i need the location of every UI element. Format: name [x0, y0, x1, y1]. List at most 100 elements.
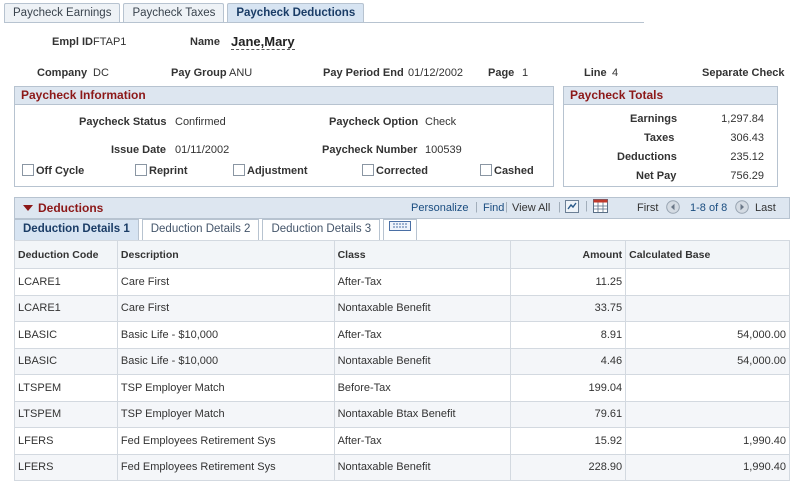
reprint-label: Reprint [149, 165, 188, 177]
personalize-link[interactable]: Personalize [411, 202, 468, 214]
description-cell: Basic Life - $10,000 [116, 321, 335, 349]
first-label[interactable]: First [637, 202, 658, 214]
tab-paycheck-earnings[interactable]: Paycheck Earnings [4, 3, 121, 23]
company-label: Company [37, 67, 88, 79]
column-header-calculated-base[interactable]: Calculated Base [625, 240, 790, 269]
paycheck-information-title: Paycheck Information [15, 87, 553, 105]
table-row: LCARE1 Care First Nontaxable Benefit 33.… [14, 294, 790, 322]
deduction-code-cell: LFERS [14, 427, 118, 455]
amount-cell: 199.04 [510, 374, 627, 402]
next-row-icon[interactable] [735, 200, 749, 217]
column-header-class[interactable]: Class [333, 240, 512, 269]
deductions-collapse-toggle[interactable]: Deductions [23, 201, 103, 215]
table-row: LBASIC Basic Life - $10,000 After-Tax 8.… [14, 321, 790, 349]
calculated-base-cell [625, 400, 790, 428]
paycheck-totals-title: Paycheck Totals [564, 87, 777, 105]
earnings-label: Earnings [630, 113, 678, 125]
last-label[interactable]: Last [755, 202, 776, 214]
separator: | [505, 201, 508, 213]
download-icon[interactable] [565, 200, 579, 213]
table-header-row: Deduction Code Description Class Amount … [14, 240, 790, 269]
deductions-title: Deductions [38, 201, 104, 215]
taxes-value: 306.43 [730, 132, 764, 144]
earnings-value: 1,297.84 [721, 113, 764, 125]
deduction-code-cell: LTSPEM [14, 400, 118, 428]
amount-cell: 228.90 [510, 453, 627, 481]
amount-cell: 11.25 [510, 268, 627, 296]
paycheck-number-value: 100539 [425, 144, 462, 156]
show-all-columns-tab[interactable] [383, 219, 418, 240]
description-cell: Fed Employees Retirement Sys [116, 453, 335, 481]
taxes-label: Taxes [644, 132, 675, 144]
calculated-base-cell: 1,990.40 [625, 427, 790, 455]
tabs-divider [4, 22, 644, 23]
issue-date-label: Issue Date [111, 144, 167, 156]
corrected-label: Corrected [376, 165, 428, 177]
page-value: 1 [522, 67, 529, 79]
table-row: LCARE1 Care First After-Tax 11.25 [14, 268, 790, 296]
amount-cell: 79.61 [510, 400, 627, 428]
issue-date-value: 01/11/2002 [175, 144, 230, 156]
find-link[interactable]: Find [483, 202, 504, 214]
tab-deduction-details-2[interactable]: Deduction Details 2 [141, 219, 260, 240]
reprint-checkbox[interactable]: Reprint [135, 164, 188, 177]
column-header-description[interactable]: Description [116, 240, 335, 269]
tab-deduction-details-3[interactable]: Deduction Details 3 [262, 219, 381, 240]
deduction-code-cell: LCARE1 [14, 294, 118, 322]
row-range: 1-8 of 8 [690, 202, 728, 214]
company-value: DC [93, 67, 109, 79]
paycheck-status-value: Confirmed [175, 116, 226, 128]
line-label: Line [584, 67, 607, 79]
previous-row-icon[interactable] [666, 200, 680, 217]
calculated-base-cell: 1,990.40 [625, 453, 790, 481]
cashed-label: Cashed [494, 165, 534, 177]
table-row: LBASIC Basic Life - $10,000 Nontaxable B… [14, 347, 790, 375]
page-label: Page [488, 67, 515, 79]
class-cell: After-Tax [333, 321, 512, 349]
corrected-checkbox[interactable]: Corrected [362, 164, 428, 177]
description-cell: Care First [116, 294, 335, 322]
class-cell: After-Tax [333, 427, 512, 455]
spreadsheet-icon[interactable] [593, 199, 608, 213]
class-cell: Nontaxable Benefit [333, 347, 512, 375]
description-cell: TSP Employer Match [116, 400, 335, 428]
separator: | [558, 201, 561, 213]
class-cell: Nontaxable Benefit [333, 294, 512, 322]
paycheck-status-label: Paycheck Status [79, 116, 167, 128]
column-header-amount[interactable]: Amount [510, 240, 627, 269]
separate-check-label: Separate Check [702, 67, 785, 79]
table-row: LTSPEM TSP Employer Match Nontaxable Bta… [14, 400, 790, 428]
amount-cell: 15.92 [510, 427, 627, 455]
tab-paycheck-deductions[interactable]: Paycheck Deductions [227, 3, 365, 23]
description-cell: TSP Employer Match [116, 374, 335, 402]
pay-group-label: Pay Group [171, 67, 227, 79]
show-all-columns-icon [389, 221, 412, 235]
off-cycle-label: Off Cycle [36, 165, 85, 177]
class-cell: Nontaxable Btax Benefit [333, 400, 512, 428]
table-row: LFERS Fed Employees Retirement Sys After… [14, 427, 790, 455]
class-cell: Before-Tax [333, 374, 512, 402]
line-value: 4 [612, 67, 619, 79]
amount-cell: 33.75 [510, 294, 627, 322]
collapse-triangle-icon [23, 205, 33, 211]
class-cell: Nontaxable Benefit [333, 453, 512, 481]
deduction-detail-tabs: Deduction Details 1 Deduction Details 2 … [14, 219, 420, 240]
separator: | [475, 201, 478, 213]
deduction-code-cell: LBASIC [14, 321, 118, 349]
cashed-checkbox[interactable]: Cashed [480, 164, 534, 177]
amount-cell: 4.46 [510, 347, 627, 375]
adjustment-checkbox[interactable]: Adjustment [233, 164, 308, 177]
column-header-deduction-code[interactable]: Deduction Code [14, 240, 118, 269]
net-pay-value: 756.29 [730, 170, 764, 182]
view-all-link[interactable]: View All [512, 202, 550, 214]
paycheck-number-label: Paycheck Number [322, 144, 418, 156]
off-cycle-checkbox[interactable]: Off Cycle [22, 164, 84, 177]
deductions-total-label: Deductions [617, 151, 677, 163]
description-cell: Care First [116, 268, 335, 296]
calculated-base-cell [625, 374, 790, 402]
empl-id-label: Empl ID [52, 36, 93, 48]
deduction-code-cell: LFERS [14, 453, 118, 481]
net-pay-label: Net Pay [636, 170, 677, 182]
tab-deduction-details-1[interactable]: Deduction Details 1 [14, 219, 139, 240]
tab-paycheck-taxes[interactable]: Paycheck Taxes [123, 3, 225, 23]
